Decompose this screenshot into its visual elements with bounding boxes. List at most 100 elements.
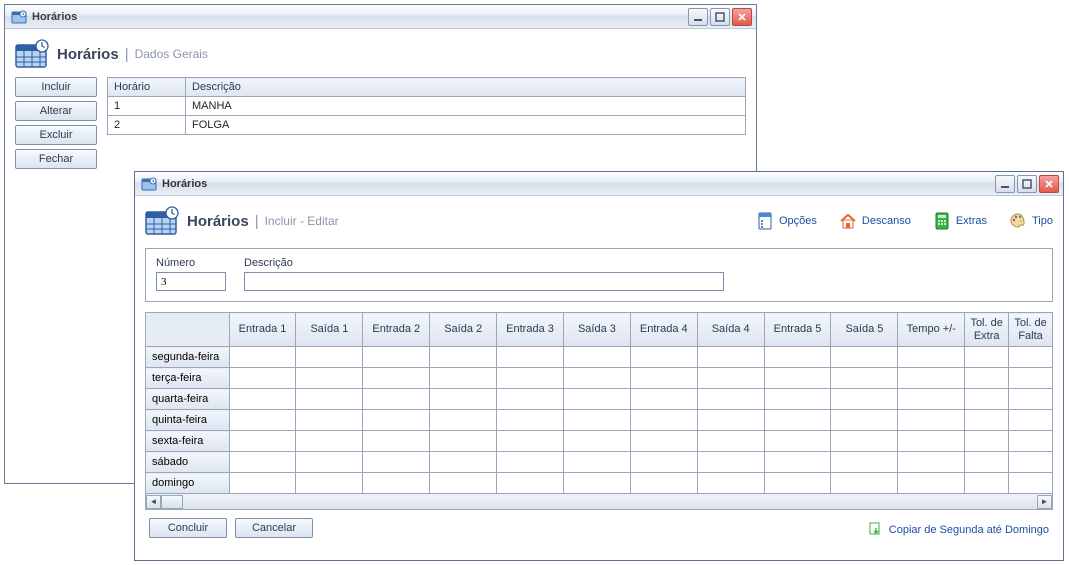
maximize-button[interactable] — [710, 8, 730, 26]
schedule-cell[interactable] — [430, 368, 497, 389]
col-header[interactable]: Entrada 4 — [630, 313, 697, 347]
schedule-cell[interactable] — [898, 368, 965, 389]
schedule-row[interactable]: domingo — [146, 473, 1053, 494]
schedule-cell[interactable] — [630, 389, 697, 410]
concluir-button[interactable]: Concluir — [149, 518, 227, 538]
col-header[interactable]: Entrada 2 — [363, 313, 430, 347]
schedule-grid[interactable]: Entrada 1 Saída 1 Entrada 2 Saída 2 Entr… — [145, 312, 1053, 494]
schedule-cell[interactable] — [898, 347, 965, 368]
schedule-cell[interactable] — [229, 431, 296, 452]
schedule-cell[interactable] — [831, 431, 898, 452]
schedule-cell[interactable] — [1009, 389, 1053, 410]
schedule-cell[interactable] — [697, 410, 764, 431]
opcoes-button[interactable]: Opções — [756, 212, 817, 230]
schedule-cell[interactable] — [1009, 368, 1053, 389]
extras-button[interactable]: Extras — [933, 212, 987, 230]
schedule-cell[interactable] — [563, 452, 630, 473]
fechar-button[interactable]: Fechar — [15, 149, 97, 169]
schedule-cell[interactable] — [229, 389, 296, 410]
col-header[interactable]: Entrada 5 — [764, 313, 831, 347]
close-button[interactable] — [1039, 175, 1059, 193]
schedule-cell[interactable] — [296, 389, 363, 410]
schedule-row[interactable]: sexta-feira — [146, 431, 1053, 452]
schedule-cell[interactable] — [630, 347, 697, 368]
schedule-cell[interactable] — [764, 452, 831, 473]
schedule-cell[interactable] — [563, 473, 630, 494]
schedule-cell[interactable] — [229, 368, 296, 389]
schedule-cell[interactable] — [630, 410, 697, 431]
schedule-cell[interactable] — [831, 368, 898, 389]
schedule-cell[interactable] — [430, 389, 497, 410]
schedule-row[interactable]: sábado — [146, 452, 1053, 473]
schedule-cell[interactable] — [430, 431, 497, 452]
col-header[interactable]: Tol. de Falta — [1009, 313, 1053, 347]
schedule-cell[interactable] — [697, 452, 764, 473]
schedule-cell[interactable] — [1009, 473, 1053, 494]
numero-input[interactable] — [156, 272, 226, 291]
schedule-row[interactable]: quarta-feira — [146, 389, 1053, 410]
schedule-cell[interactable] — [497, 368, 564, 389]
titlebar[interactable]: Horários — [135, 172, 1063, 196]
schedule-cell[interactable] — [363, 473, 430, 494]
schedule-cell[interactable] — [898, 452, 965, 473]
schedule-cell[interactable] — [697, 431, 764, 452]
schedule-cell[interactable] — [497, 431, 564, 452]
schedule-cell[interactable] — [430, 347, 497, 368]
cancelar-button[interactable]: Cancelar — [235, 518, 313, 538]
schedule-cell[interactable] — [229, 347, 296, 368]
close-button[interactable] — [732, 8, 752, 26]
schedule-row[interactable]: quinta-feira — [146, 410, 1053, 431]
schedule-cell[interactable] — [430, 452, 497, 473]
schedule-cell[interactable] — [296, 410, 363, 431]
schedule-cell[interactable] — [1009, 347, 1053, 368]
schedule-cell[interactable] — [898, 431, 965, 452]
col-descricao[interactable]: Descrição — [186, 78, 746, 97]
schedule-cell[interactable] — [563, 410, 630, 431]
schedule-cell[interactable] — [363, 410, 430, 431]
schedule-cell[interactable] — [296, 452, 363, 473]
schedule-cell[interactable] — [965, 389, 1009, 410]
schedule-cell[interactable] — [898, 389, 965, 410]
schedule-cell[interactable] — [764, 410, 831, 431]
copy-week-link[interactable]: Copiar de Segunda até Domingo — [868, 522, 1049, 538]
incluir-button[interactable]: Incluir — [15, 77, 97, 97]
col-header[interactable]: Entrada 1 — [229, 313, 296, 347]
schedule-cell[interactable] — [764, 473, 831, 494]
schedule-cell[interactable] — [831, 452, 898, 473]
schedule-cell[interactable] — [764, 389, 831, 410]
schedule-cell[interactable] — [430, 410, 497, 431]
maximize-button[interactable] — [1017, 175, 1037, 193]
scroll-track[interactable] — [161, 495, 1037, 509]
schedule-cell[interactable] — [497, 452, 564, 473]
schedule-cell[interactable] — [563, 431, 630, 452]
schedule-cell[interactable] — [764, 368, 831, 389]
scroll-right-arrow[interactable]: ► — [1037, 495, 1052, 509]
schedule-cell[interactable] — [563, 347, 630, 368]
table-row[interactable]: 2 FOLGA — [108, 116, 746, 135]
descricao-input[interactable] — [244, 272, 724, 291]
table-row[interactable]: 1 MANHA — [108, 97, 746, 116]
schedule-cell[interactable] — [1009, 410, 1053, 431]
schedule-cell[interactable] — [497, 347, 564, 368]
col-header[interactable]: Saída 5 — [831, 313, 898, 347]
schedule-cell[interactable] — [764, 431, 831, 452]
schedule-cell[interactable] — [1009, 431, 1053, 452]
schedule-cell[interactable] — [898, 410, 965, 431]
schedule-cell[interactable] — [831, 473, 898, 494]
schedule-cell[interactable] — [764, 347, 831, 368]
schedule-cell[interactable] — [965, 410, 1009, 431]
tipo-button[interactable]: Tipo — [1009, 212, 1053, 230]
schedule-cell[interactable] — [965, 452, 1009, 473]
col-header[interactable]: Tol. de Extra — [965, 313, 1009, 347]
schedule-cell[interactable] — [363, 368, 430, 389]
schedule-cell[interactable] — [831, 347, 898, 368]
schedule-cell[interactable] — [630, 452, 697, 473]
schedule-cell[interactable] — [296, 368, 363, 389]
col-header[interactable]: Saída 3 — [563, 313, 630, 347]
schedule-cell[interactable] — [497, 473, 564, 494]
schedule-cell[interactable] — [630, 473, 697, 494]
col-header[interactable]: Saída 2 — [430, 313, 497, 347]
schedule-cell[interactable] — [229, 473, 296, 494]
schedule-cell[interactable] — [965, 431, 1009, 452]
schedule-cell[interactable] — [563, 368, 630, 389]
